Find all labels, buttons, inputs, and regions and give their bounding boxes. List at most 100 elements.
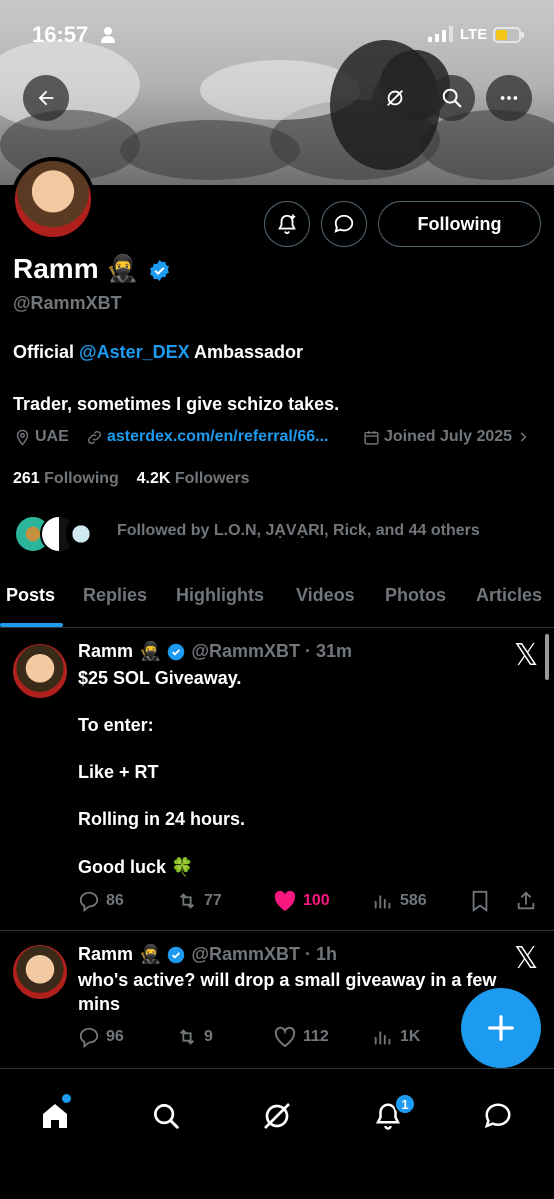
tab-replies[interactable]: Replies: [83, 585, 147, 606]
following-button[interactable]: Following: [378, 201, 541, 247]
heart-filled-icon: [274, 890, 296, 911]
reply-button[interactable]: 86: [78, 890, 124, 912]
post-author-name[interactable]: Ramm: [78, 641, 133, 662]
verified-badge-icon: [168, 643, 185, 660]
repost-icon: [179, 1029, 195, 1045]
tab-videos[interactable]: Videos: [296, 585, 355, 606]
share-button[interactable]: [515, 890, 537, 912]
bookmark-button[interactable]: [470, 890, 490, 912]
nav-grok[interactable]: [259, 1098, 295, 1134]
plus-icon: [488, 1015, 514, 1041]
following-label: Following: [44, 470, 119, 487]
profile-name: Ramm: [13, 253, 99, 285]
repost-button[interactable]: 77: [176, 890, 222, 912]
like-count: 112: [303, 1028, 329, 1045]
profile-location: UAE: [14, 428, 69, 446]
bio-mention-link[interactable]: @Aster_DEX: [79, 342, 190, 362]
profile-bio-line2: Trader, sometimes I give schizo takes.: [13, 394, 340, 414]
followers-count: 4.2K: [136, 470, 171, 487]
repost-count: 77: [204, 892, 222, 909]
post-line-1: who's active? will drop a small giveaway…: [78, 970, 497, 990]
like-button[interactable]: 100: [273, 890, 330, 912]
follow-counts: 261 Following 4.2K Followers: [13, 470, 250, 488]
joined-text: Joined July 2025: [384, 428, 513, 445]
post-handle-time: @RammXBT · 31m: [191, 641, 353, 661]
chat-bubble-icon: [484, 1103, 511, 1129]
post-author-name[interactable]: Ramm: [78, 944, 133, 965]
post-line-4: Rolling in 24 hours.: [78, 809, 246, 829]
post-avatar[interactable]: [13, 644, 67, 698]
nav-search[interactable]: [148, 1098, 184, 1134]
followed-by-text[interactable]: Followed by L.O.N, JẠVẠRI, Rick, and 44 …: [117, 522, 480, 540]
post-avatar[interactable]: [13, 945, 67, 999]
post-handle-time: @RammXBT · 1h: [191, 944, 338, 964]
person-icon: [100, 26, 116, 48]
post-header: Ramm 🥷 @RammXBT · 1h: [78, 944, 337, 965]
network-label: LTE: [460, 26, 488, 43]
ninja-emoji: 🥷: [139, 641, 162, 661]
search-button[interactable]: [429, 75, 475, 121]
battery-icon: [493, 27, 525, 48]
post-line-5: Good luck 🍀: [78, 857, 194, 877]
profile-bio: Official @Aster_DEX Ambassador: [13, 342, 303, 363]
home-icon: [43, 1104, 67, 1128]
repost-button[interactable]: 9: [176, 1026, 213, 1048]
views-button[interactable]: 1K: [372, 1026, 420, 1048]
share-icon: [517, 891, 535, 910]
bell-plus-icon: [278, 214, 296, 235]
reply-count: 86: [106, 892, 124, 909]
profile-tabs: Posts Replies Highlights Videos Photos A…: [0, 580, 554, 628]
profile-avatar[interactable]: [11, 157, 95, 241]
like-button[interactable]: 112: [273, 1026, 329, 1048]
tab-highlights[interactable]: Highlights: [176, 585, 264, 606]
verified-badge-icon: [168, 946, 185, 963]
reply-icon: [79, 1027, 99, 1048]
grok-button[interactable]: [372, 75, 418, 121]
more-button[interactable]: [486, 75, 532, 121]
verified-badge-icon: [148, 259, 171, 287]
ninja-emoji: 🥷: [139, 944, 162, 964]
reply-button[interactable]: 96: [78, 1026, 124, 1048]
follower-avatar-3: [66, 515, 96, 553]
following-count-link[interactable]: 261 Following: [13, 470, 119, 487]
profile-link-text[interactable]: asterdex.com/en/referral/66...: [107, 428, 328, 446]
grok-icon: [387, 90, 403, 106]
tab-articles[interactable]: Articles: [476, 585, 542, 606]
home-new-dot: [62, 1094, 71, 1103]
compose-button[interactable]: [461, 988, 541, 1068]
status-bar: 16:57 LTE: [0, 0, 554, 70]
profile-joined[interactable]: Joined July 2025: [363, 428, 530, 446]
signal-icon: [428, 26, 454, 47]
profile-handle: @RammXBT: [13, 293, 122, 313]
profile-link[interactable]: asterdex.com/en/referral/66...: [86, 428, 328, 446]
repost-icon: [179, 893, 195, 909]
active-tab-indicator: [0, 623, 63, 627]
bar-chart-icon: [374, 895, 391, 909]
following-count: 261: [13, 470, 40, 487]
status-time: 16:57: [32, 22, 89, 47]
profile-name-text: Ramm: [13, 253, 99, 284]
followers-count-link[interactable]: 4.2K Followers: [137, 470, 250, 487]
post-line-2: mins: [78, 994, 121, 1014]
post-1[interactable]: Ramm 🥷 @RammXBT · 31m 𝕏 $25 SOL Giveaway…: [0, 630, 554, 930]
chat-bubble-icon: [334, 214, 354, 233]
bio-prefix: Official: [13, 342, 80, 362]
location-pin-icon: [16, 429, 29, 446]
nav-home[interactable]: [37, 1098, 73, 1134]
like-count: 100: [303, 892, 330, 909]
tab-photos[interactable]: Photos: [385, 585, 446, 606]
location-text: UAE: [35, 428, 69, 445]
tab-posts[interactable]: Posts: [6, 585, 55, 606]
heart-outline-icon: [274, 1026, 296, 1048]
notify-button[interactable]: [264, 201, 310, 247]
ninja-emoji: 🥷: [106, 253, 139, 283]
post-header: Ramm 🥷 @RammXBT · 31m: [78, 641, 352, 662]
bar-chart-icon: [374, 1031, 391, 1045]
nav-messages[interactable]: [480, 1098, 516, 1134]
link-icon: [87, 430, 102, 444]
message-button[interactable]: [321, 201, 367, 247]
views-button[interactable]: 586: [372, 890, 427, 912]
back-button[interactable]: [23, 75, 69, 121]
post-line-3: Like + RT: [78, 762, 159, 782]
followers-label: Followers: [174, 470, 250, 487]
